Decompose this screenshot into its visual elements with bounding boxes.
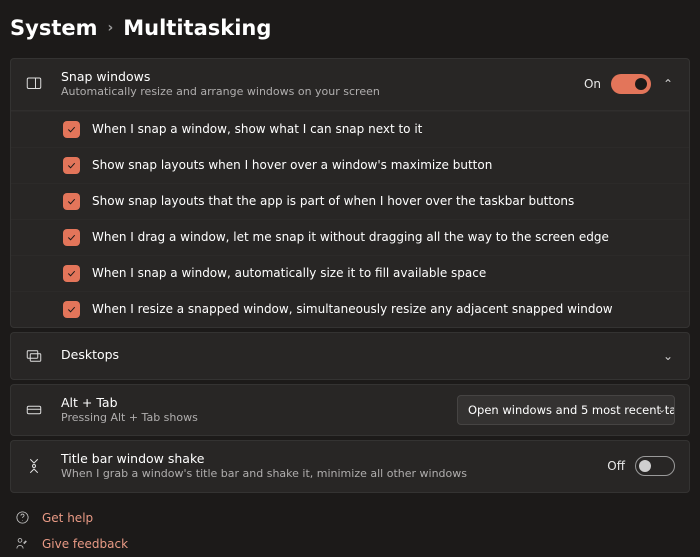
alt-tab-dropdown[interactable]: Open windows and 5 most recent tabs in M… (457, 395, 675, 425)
breadcrumb: System › Multitasking (10, 16, 690, 40)
snap-options-list: When I snap a window, show what I can sn… (11, 110, 689, 327)
checkbox-checked-icon[interactable] (63, 301, 80, 318)
snap-option-label: Show snap layouts when I hover over a wi… (92, 158, 492, 172)
alt-tab-subtitle: Pressing Alt + Tab shows (61, 411, 457, 425)
snap-option-label: When I resize a snapped window, simultan… (92, 302, 613, 316)
give-feedback-link[interactable]: Give feedback (10, 531, 690, 557)
breadcrumb-parent[interactable]: System (10, 16, 97, 40)
chevron-up-icon[interactable]: ⌃ (661, 77, 675, 91)
shake-subtitle: When I grab a window's title bar and sha… (61, 467, 607, 481)
snap-windows-panel: Snap windows Automatically resize and ar… (10, 58, 690, 328)
chevron-down-icon: ⌄ (661, 349, 675, 363)
help-icon (14, 510, 30, 526)
snap-windows-header[interactable]: Snap windows Automatically resize and ar… (11, 59, 689, 110)
snap-option-label: Show snap layouts that the app is part o… (92, 194, 574, 208)
checkbox-checked-icon[interactable] (63, 265, 80, 282)
alt-tab-title: Alt + Tab (61, 395, 457, 411)
shake-icon (25, 457, 43, 475)
get-help-link[interactable]: Get help (10, 505, 690, 531)
snap-toggle-state: On (584, 77, 601, 91)
chevron-down-icon: ⌄ (658, 404, 666, 415)
snap-option[interactable]: Show snap layouts when I hover over a wi… (11, 147, 689, 183)
breadcrumb-current: Multitasking (123, 16, 271, 40)
alt-tab-selected: Open windows and 5 most recent tabs in M (468, 403, 675, 417)
desktops-icon (25, 347, 43, 365)
feedback-icon (14, 536, 30, 552)
desktops-title: Desktops (61, 347, 661, 363)
shake-title: Title bar window shake (61, 451, 607, 467)
get-help-label: Get help (42, 511, 93, 525)
snap-option-label: When I snap a window, show what I can sn… (92, 122, 422, 136)
desktops-panel[interactable]: Desktops ⌄ (10, 332, 690, 380)
snap-option-label: When I snap a window, automatically size… (92, 266, 486, 280)
snap-windows-title: Snap windows (61, 69, 584, 85)
checkbox-checked-icon[interactable] (63, 121, 80, 138)
snap-option[interactable]: When I drag a window, let me snap it wit… (11, 219, 689, 255)
title-bar-shake-panel: Title bar window shake When I grab a win… (10, 440, 690, 493)
snap-option[interactable]: When I snap a window, show what I can sn… (11, 111, 689, 147)
shake-toggle[interactable] (635, 456, 675, 476)
snap-windows-icon (25, 75, 43, 93)
checkbox-checked-icon[interactable] (63, 157, 80, 174)
snap-option[interactable]: When I resize a snapped window, simultan… (11, 291, 689, 327)
help-links: Get help Give feedback (10, 505, 690, 557)
snap-option[interactable]: When I snap a window, automatically size… (11, 255, 689, 291)
alt-tab-panel: Alt + Tab Pressing Alt + Tab shows Open … (10, 384, 690, 437)
snap-toggle[interactable] (611, 74, 651, 94)
alt-tab-icon (25, 401, 43, 419)
chevron-right-icon: › (107, 20, 113, 36)
give-feedback-label: Give feedback (42, 537, 128, 551)
snap-option-label: When I drag a window, let me snap it wit… (92, 230, 609, 244)
shake-toggle-state: Off (607, 459, 625, 473)
checkbox-checked-icon[interactable] (63, 193, 80, 210)
snap-option[interactable]: Show snap layouts that the app is part o… (11, 183, 689, 219)
checkbox-checked-icon[interactable] (63, 229, 80, 246)
snap-windows-subtitle: Automatically resize and arrange windows… (61, 85, 584, 99)
